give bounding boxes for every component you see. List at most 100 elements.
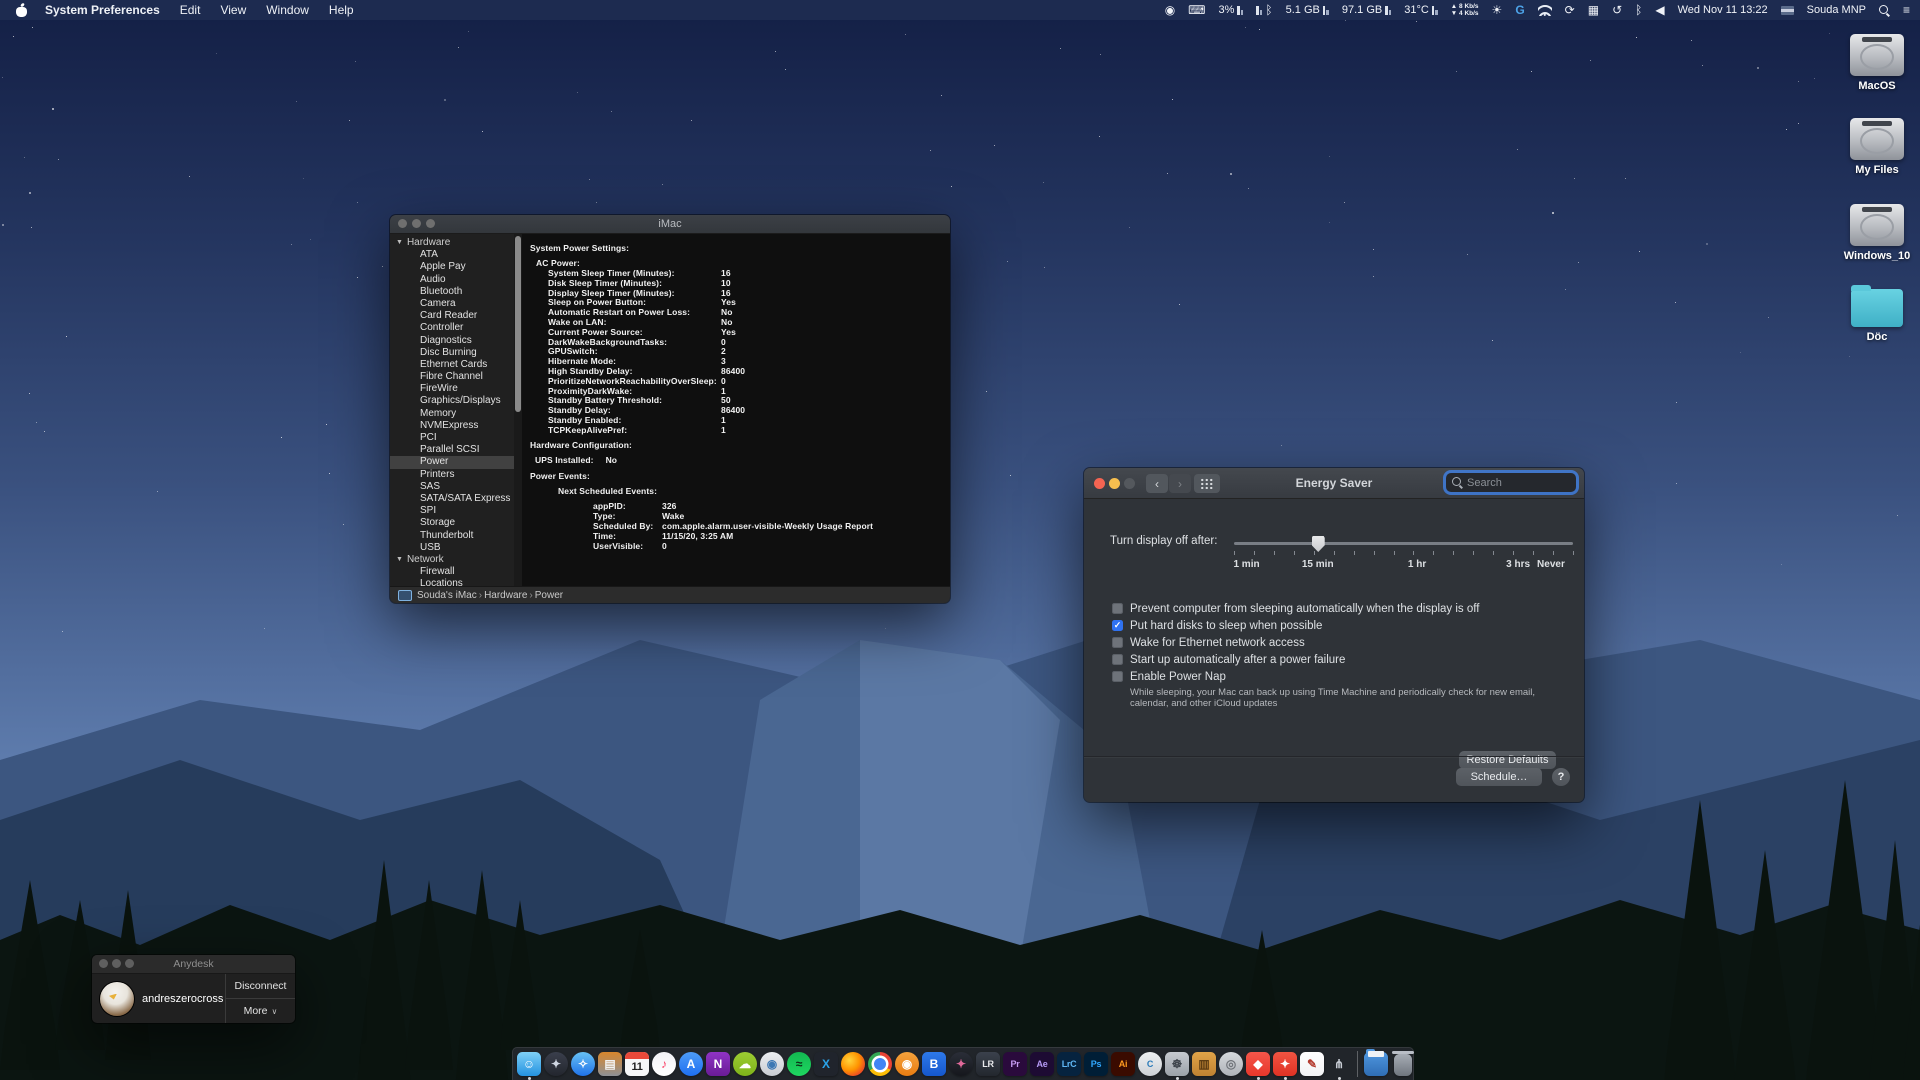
network-speed[interactable]: ▲ 8 Kb/s▼ 4 Kb/s bbox=[1451, 3, 1479, 17]
sidebar-item-graphics-displays[interactable]: Graphics/Displays bbox=[390, 395, 514, 407]
dock-icon-finder[interactable]: ☺ bbox=[516, 1051, 542, 1077]
dock-icon-premiere-pro[interactable]: Pr bbox=[1002, 1051, 1028, 1077]
dock-icon-blender[interactable]: ◉ bbox=[894, 1051, 920, 1077]
schedule-button[interactable]: Schedule… bbox=[1456, 768, 1542, 786]
memory-usage[interactable]: 5.1 GB bbox=[1286, 4, 1329, 16]
dock-icon-grabber-app[interactable]: ⋔ bbox=[1326, 1051, 1352, 1077]
dock-icon-lrtimelapse[interactable]: LR bbox=[975, 1051, 1001, 1077]
dock-icon-text-editor[interactable]: ✎ bbox=[1299, 1051, 1325, 1077]
desktop-icon-macos[interactable]: MacOS bbox=[1832, 34, 1920, 92]
clock[interactable]: Wed Nov 11 13:22 bbox=[1678, 4, 1768, 16]
battery-percent[interactable]: 3% bbox=[1219, 4, 1244, 16]
dock-icon-silver-utility[interactable]: ◉ bbox=[759, 1051, 785, 1077]
slider-knob[interactable] bbox=[1312, 536, 1325, 552]
sidebar-item-firewire[interactable]: FireWire bbox=[390, 383, 514, 395]
checkbox-put-hard-disks[interactable]: ✓Put hard disks to sleep when possible bbox=[1112, 617, 1564, 634]
sidebar-item-diagnostics[interactable]: Diagnostics bbox=[390, 335, 514, 347]
sidebar-item-storage[interactable]: Storage bbox=[390, 517, 514, 529]
apple-menu-icon[interactable] bbox=[16, 4, 27, 17]
energy-saver-titlebar[interactable]: ‹ › Energy Saver Search bbox=[1084, 468, 1584, 499]
disclosure-triangle[interactable]: ▼ bbox=[396, 237, 403, 249]
dock-icon-cinema-4d[interactable]: C bbox=[1137, 1051, 1163, 1077]
sidebar-item-printers[interactable]: Printers bbox=[390, 469, 514, 481]
sidebar-item-ethernet-cards[interactable]: Ethernet Cards bbox=[390, 359, 514, 371]
battery-bluetooth[interactable]: ᛒ bbox=[1256, 4, 1272, 16]
time-machine-icon[interactable]: ↺ bbox=[1612, 4, 1622, 16]
desktop-icon-windows_10[interactable]: Windows_10 bbox=[1832, 204, 1920, 262]
stats-icon[interactable]: ▦ bbox=[1588, 4, 1599, 16]
creative-cloud-icon[interactable]: ◉ bbox=[1165, 4, 1175, 16]
dock-icon-disc-utility[interactable]: ◎ bbox=[1218, 1051, 1244, 1077]
sidebar-item-parallel-scsi[interactable]: Parallel SCSI bbox=[390, 444, 514, 456]
dock-icon-photoshop[interactable]: Ps bbox=[1083, 1051, 1109, 1077]
dock-icon-chrome[interactable] bbox=[867, 1051, 893, 1077]
sidebar-item-disc-burning[interactable]: Disc Burning bbox=[390, 347, 514, 359]
desktop-icon-my-files[interactable]: My Files bbox=[1832, 118, 1920, 176]
bluetooth-icon[interactable]: ᛒ bbox=[1635, 4, 1642, 16]
dock-icon-safari[interactable]: ✧ bbox=[570, 1051, 596, 1077]
dock-icon-mega-cloud[interactable]: ☁ bbox=[732, 1051, 758, 1077]
sidebar-item-thunderbolt[interactable]: Thunderbolt bbox=[390, 530, 514, 542]
disk-usage[interactable]: 97.1 GB bbox=[1342, 4, 1391, 16]
sidebar-item-card-reader[interactable]: Card Reader bbox=[390, 310, 514, 322]
sidebar-item-memory[interactable]: Memory bbox=[390, 408, 514, 420]
checkbox-box[interactable] bbox=[1112, 671, 1123, 682]
menu-item-window[interactable]: Window bbox=[256, 0, 319, 20]
dock-icon-illustrator[interactable]: Ai bbox=[1110, 1051, 1136, 1077]
help-button[interactable]: ? bbox=[1552, 768, 1570, 786]
sidebar-item-controller[interactable]: Controller bbox=[390, 322, 514, 334]
dock-icon-steering-utility[interactable]: ☸ bbox=[1164, 1051, 1190, 1077]
keyboard-icon[interactable]: ⌨ bbox=[1188, 4, 1205, 16]
checkbox-enable-power-nap[interactable]: Enable Power Nap bbox=[1112, 668, 1564, 685]
breadcrumb-segment[interactable]: Souda's iMac bbox=[417, 590, 477, 601]
sidebar-item-audio[interactable]: Audio bbox=[390, 274, 514, 286]
notification-list-icon[interactable]: ≡ bbox=[1903, 4, 1910, 16]
sidebar-item-ata[interactable]: ATA bbox=[390, 249, 514, 261]
sidebar-item-sata-sata-express[interactable]: SATA/SATA Express bbox=[390, 493, 514, 505]
dock-icon-red-bird-app[interactable]: ✦ bbox=[1272, 1051, 1298, 1077]
sidebar-item-apple-pay[interactable]: Apple Pay bbox=[390, 261, 514, 273]
dock-icon-after-effects[interactable]: Ae bbox=[1029, 1051, 1055, 1077]
disconnect-button[interactable]: Disconnect bbox=[226, 974, 295, 999]
anydesk-titlebar[interactable]: Anydesk bbox=[92, 955, 295, 974]
menu-item-edit[interactable]: Edit bbox=[170, 0, 211, 20]
g-app-icon[interactable]: G bbox=[1515, 4, 1524, 16]
menu-item-system-preferences[interactable]: System Preferences bbox=[35, 0, 170, 20]
dock-icon-anydesk[interactable]: ◆ bbox=[1245, 1051, 1271, 1077]
sidebar-item-usb[interactable]: USB bbox=[390, 542, 514, 554]
sidebar-item-nvmexpress[interactable]: NVMExpress bbox=[390, 420, 514, 432]
checkbox-wake-for-ethernet[interactable]: Wake for Ethernet network access bbox=[1112, 634, 1564, 651]
sidebar-scrollbar[interactable] bbox=[514, 234, 522, 587]
sidebar-item-bluetooth[interactable]: Bluetooth bbox=[390, 286, 514, 298]
dock-icon-x-app[interactable]: X bbox=[813, 1051, 839, 1077]
sidebar-item-sas[interactable]: SAS bbox=[390, 481, 514, 493]
dock-icon-apple-music[interactable]: ♪ bbox=[651, 1051, 677, 1077]
checkbox-box[interactable] bbox=[1112, 654, 1123, 665]
menu-item-view[interactable]: View bbox=[210, 0, 256, 20]
search-input[interactable]: Search bbox=[1446, 473, 1576, 492]
dock-icon-lightroom-classic[interactable]: LrC bbox=[1056, 1051, 1082, 1077]
display-off-slider[interactable] bbox=[1234, 542, 1573, 545]
dock-icon-firefox[interactable] bbox=[840, 1051, 866, 1077]
dock-icon-davinci-resolve[interactable]: ✦ bbox=[948, 1051, 974, 1077]
desktop-icon-döc[interactable]: Döc bbox=[1832, 286, 1920, 343]
sidebar-item-firewall[interactable]: Firewall bbox=[390, 566, 514, 578]
checkbox-box[interactable]: ✓ bbox=[1112, 620, 1123, 631]
dock-icon-downloads-folder[interactable] bbox=[1363, 1051, 1389, 1077]
spotlight-search-icon[interactable] bbox=[1879, 5, 1890, 16]
checkbox-start-up-automatically[interactable]: Start up automatically after a power fai… bbox=[1112, 651, 1564, 668]
menu-item-help[interactable]: Help bbox=[319, 0, 364, 20]
dock-icon-b-app[interactable]: B bbox=[921, 1051, 947, 1077]
restore-defaults-button[interactable]: Restore Defaults bbox=[1459, 751, 1556, 769]
disclosure-triangle[interactable]: ▼ bbox=[396, 554, 403, 566]
sidebar-item-fibre-channel[interactable]: Fibre Channel bbox=[390, 371, 514, 383]
dock-icon-archive-utility[interactable]: ▤ bbox=[597, 1051, 623, 1077]
checkbox-prevent-computer-from[interactable]: Prevent computer from sleeping automatic… bbox=[1112, 600, 1564, 617]
scrollbar-thumb[interactable] bbox=[515, 236, 521, 412]
user-name[interactable]: Souda MNP bbox=[1807, 4, 1866, 16]
dock-icon-spotify[interactable]: ≈ bbox=[786, 1051, 812, 1077]
sidebar-item-pci[interactable]: PCI bbox=[390, 432, 514, 444]
wifi-icon[interactable] bbox=[1538, 5, 1552, 16]
dock-icon-trash[interactable] bbox=[1390, 1051, 1416, 1077]
sidebar-item-spi[interactable]: SPI bbox=[390, 505, 514, 517]
